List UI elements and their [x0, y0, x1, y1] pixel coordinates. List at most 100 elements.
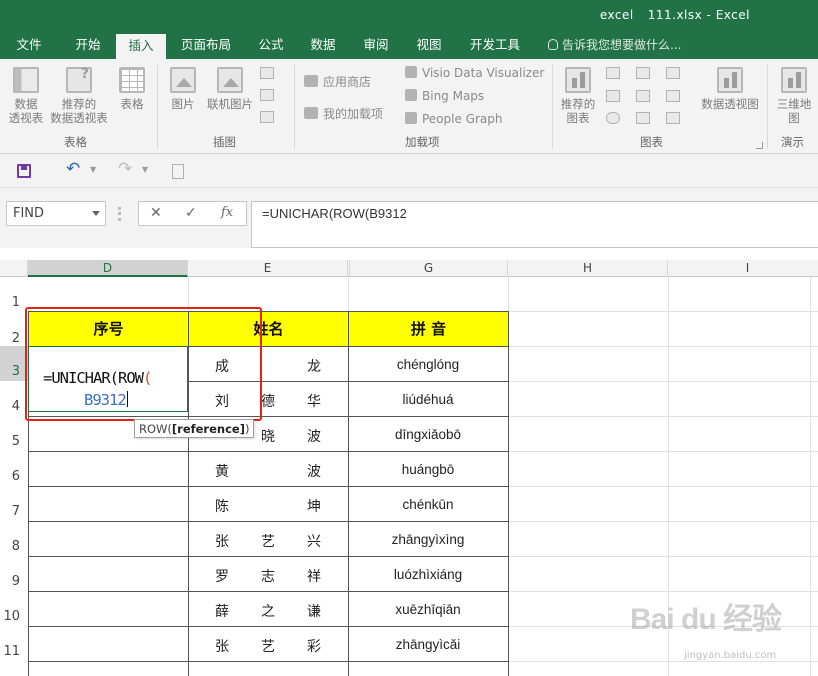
tab-page-layout[interactable]: 页面布局: [172, 32, 240, 59]
tab-home[interactable]: 开始: [62, 32, 114, 59]
cancel-icon[interactable]: ✕: [150, 205, 162, 221]
people-graph-icon: [405, 112, 417, 124]
tab-developer[interactable]: 开发工具: [460, 32, 530, 59]
visio-button[interactable]: Visio Data Visualizer: [405, 66, 544, 80]
row-header-3[interactable]: 3: [0, 346, 28, 381]
recommended-charts-button[interactable]: 推荐的 图表: [556, 67, 600, 125]
my-addins-button[interactable]: 我的加载项: [304, 105, 383, 122]
tab-file[interactable]: 文件: [6, 32, 52, 59]
bing-maps-label: Bing Maps: [422, 89, 485, 103]
insert-function-icon[interactable]: fx: [221, 205, 233, 220]
picture-button[interactable]: 图片: [164, 67, 202, 111]
tab-view[interactable]: 视图: [406, 32, 452, 59]
watermark-url: jingyan.baidu.com: [684, 650, 777, 661]
people-graph-button[interactable]: People Graph: [405, 112, 503, 126]
print-preview-icon[interactable]: [172, 164, 184, 179]
quick-access-toolbar: ↶ ▼ ↷ ▼: [0, 154, 818, 188]
tab-insert[interactable]: 插入: [116, 34, 166, 59]
pinyin-cell[interactable]: liúdéhuá: [348, 392, 508, 407]
smartart-icon[interactable]: [260, 89, 274, 101]
name-box[interactable]: FIND: [6, 201, 106, 226]
bar-chart-icon[interactable]: [636, 112, 650, 124]
function-tooltip[interactable]: ROW([reference]): [134, 419, 255, 438]
row-header-2[interactable]: 2: [0, 311, 28, 346]
row-header-11[interactable]: 11: [0, 626, 28, 661]
name-char: 张: [215, 534, 229, 550]
row-header-1[interactable]: 1: [0, 277, 28, 311]
shapes-icon[interactable]: [260, 67, 274, 79]
redo-dropdown-icon[interactable]: ▼: [142, 165, 148, 174]
pinyin-cell[interactable]: zhāngyìcǎi: [348, 637, 508, 652]
line-chart-icon[interactable]: [606, 90, 620, 102]
undo-dropdown-icon[interactable]: ▼: [90, 165, 96, 174]
column-header-h[interactable]: H: [508, 260, 668, 277]
column-header-e[interactable]: E: [188, 260, 348, 277]
row-header-5[interactable]: 5: [0, 416, 28, 451]
enter-icon[interactable]: ✓: [185, 205, 197, 221]
pivot-table-button[interactable]: 数据 透视表: [4, 67, 48, 125]
statistic-chart-icon[interactable]: [636, 90, 650, 102]
pivot-chart-button[interactable]: 数据透视图: [698, 67, 762, 111]
pinyin-cell[interactable]: dīngxiǎobō: [348, 427, 508, 442]
formula-bar-grip[interactable]: [118, 207, 121, 221]
hierarchy-chart-icon[interactable]: [636, 67, 650, 79]
row-header-6[interactable]: 6: [0, 451, 28, 486]
ribbon-separator: [294, 65, 295, 149]
visio-label: Visio Data Visualizer: [422, 66, 545, 80]
name-char: 德: [261, 394, 275, 410]
pinyin-cell[interactable]: luózhìxiáng: [348, 567, 508, 582]
header-cell-pinyin[interactable]: 拼 音: [348, 311, 509, 347]
tooltip-arg: [reference]: [171, 422, 245, 436]
name-char: 罗: [215, 569, 229, 585]
formula-input[interactable]: =UNICHAR(ROW(B9312: [251, 201, 818, 248]
row-header-4[interactable]: 4: [0, 381, 28, 416]
3d-map-button[interactable]: 三维地 图: [772, 67, 816, 125]
pinyin-cell[interactable]: huángbō: [348, 462, 508, 477]
waterfall-chart-icon[interactable]: [666, 67, 680, 79]
row-header-9[interactable]: 9: [0, 556, 28, 591]
window-title: excel 111.xlsx - Excel: [586, 8, 750, 22]
addins-icon: [304, 107, 318, 119]
tell-me-search[interactable]: 告诉我您想要做什么...: [548, 32, 681, 59]
pinyin-cell[interactable]: zhāngyìxìng: [348, 532, 508, 547]
save-icon[interactable]: [17, 164, 31, 178]
group-illustrations-label: 插图: [213, 135, 236, 149]
column-header-i[interactable]: I: [668, 260, 818, 277]
pinyin-cell[interactable]: chénkūn: [348, 497, 508, 512]
column-header-g[interactable]: G: [350, 260, 508, 277]
bing-icon: [405, 89, 417, 101]
row-header-10[interactable]: 10: [0, 591, 28, 626]
column-chart-icon[interactable]: [606, 67, 620, 79]
pinyin-cell[interactable]: chénglóng: [348, 357, 508, 372]
online-picture-button[interactable]: 联机图片: [202, 67, 258, 111]
pivot-chart-label: 数据透视图: [701, 97, 759, 111]
charts-dialog-launcher[interactable]: [756, 142, 763, 149]
name-char: 彩: [307, 639, 321, 655]
recommended-pivot-button[interactable]: 推荐的 数据透视表: [46, 67, 112, 125]
bing-maps-button[interactable]: Bing Maps: [405, 89, 484, 103]
combo-chart-icon[interactable]: [666, 90, 680, 102]
tab-review[interactable]: 审阅: [353, 32, 399, 59]
redo-icon[interactable]: ↷: [118, 159, 132, 179]
name-char: 龙: [307, 359, 321, 375]
chevron-down-icon[interactable]: [92, 211, 100, 216]
scatter-chart-icon[interactable]: [666, 112, 680, 124]
highlight-box: [25, 307, 262, 421]
row-header-8[interactable]: 8: [0, 521, 28, 556]
table-button[interactable]: 表格: [112, 67, 152, 111]
tab-formulas[interactable]: 公式: [248, 32, 294, 59]
store-button[interactable]: 应用商店: [304, 73, 371, 90]
pie-chart-icon[interactable]: [606, 112, 620, 124]
3d-map-icon: [781, 67, 807, 93]
name-char: 波: [307, 429, 321, 445]
row-header-7[interactable]: 7: [0, 486, 28, 521]
select-all-corner[interactable]: [0, 260, 28, 277]
screenshot-icon[interactable]: [260, 111, 274, 123]
people-graph-label: People Graph: [422, 112, 503, 126]
tab-data[interactable]: 数据: [300, 32, 346, 59]
table-rowline: [28, 451, 509, 452]
pinyin-cell[interactable]: xuēzhīqiān: [348, 602, 508, 617]
undo-icon[interactable]: ↶: [66, 159, 80, 179]
table-rowline: [28, 661, 509, 662]
column-header-d[interactable]: D: [28, 260, 188, 277]
